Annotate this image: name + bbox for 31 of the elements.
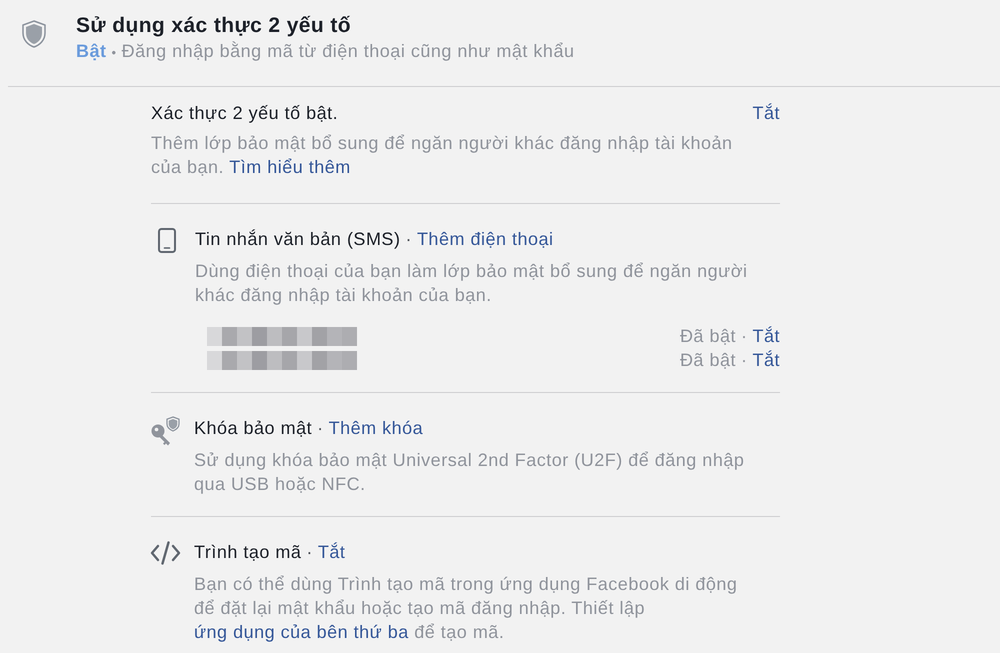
status-label: Bật xyxy=(76,40,107,63)
separator-dot: • xyxy=(112,44,117,62)
separator-dot: · xyxy=(306,541,313,564)
section-title: Sử dụng xác thực 2 yếu tố xyxy=(76,13,352,39)
turn-off-link[interactable]: Tắt xyxy=(752,324,780,348)
method-title: Trình tạo mã xyxy=(194,541,302,564)
description-text: Dùng điện thoại của bạn làm lớp bảo mật bổ sung để ngăn người khác đăng nhập tài khoản của bạn. xyxy=(195,260,749,307)
separator-dot: · xyxy=(740,325,748,348)
summary-text: Đăng nhập bằng mã từ điện thoại cũng như mật khẩu xyxy=(122,40,574,63)
method-title: Khóa bảo mật xyxy=(194,417,312,440)
phone-icon xyxy=(158,228,176,253)
action-link[interactable]: Thêm điện thoại xyxy=(416,227,554,251)
turn-off-link[interactable]: Tắt xyxy=(752,101,780,125)
code-icon xyxy=(150,541,181,565)
description-text: Thêm lớp bảo mật bổ sung để ngăn người khác đăng nhập tài khoản của bạn. Tìm hiểu thêm xyxy=(151,132,734,179)
description-text: Sử dụng khóa bảo mật Universal 2nd Factor (U2F) để đăng nhập qua USB hoặc NFC. xyxy=(194,449,746,496)
action-link[interactable]: Thêm khóa xyxy=(328,416,424,440)
separator-dot: · xyxy=(317,417,324,440)
status-text: Đã bật xyxy=(680,325,736,348)
status-text: Đã bật xyxy=(680,349,736,372)
separator-dot: · xyxy=(405,228,412,251)
text-link[interactable]: Tìm hiểu thêm xyxy=(229,157,351,177)
turn-off-link[interactable]: Tắt xyxy=(752,348,780,372)
description-text: Bạn có thể dùng Trình tạo mã trong ứng dụng Facebook di động để đặt lại mật khẩu hoặc tạo mã đăng nhập. Thiết lập ứng dụng của bên thứ ba để tạo mã. xyxy=(194,573,738,644)
key-shield-icon xyxy=(150,416,180,447)
separator-dot: · xyxy=(740,349,748,372)
action-link[interactable]: Tắt xyxy=(318,540,346,564)
text-link[interactable]: ứng dụng của bên thứ ba xyxy=(194,622,409,642)
shield-icon xyxy=(22,20,46,48)
method-title: Tin nhắn văn bản (SMS) xyxy=(195,228,400,251)
status-heading: Xác thực 2 yếu tố bật. xyxy=(151,102,338,125)
